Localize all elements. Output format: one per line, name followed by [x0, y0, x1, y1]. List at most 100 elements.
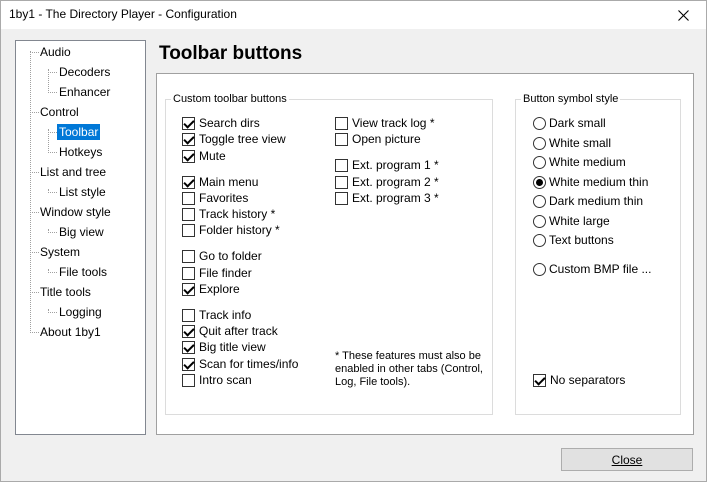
close-icon — [677, 9, 689, 21]
checkbox-search-dirs[interactable]: Search dirs — [182, 116, 260, 130]
radio-white-medium-thin[interactable]: White medium thin — [533, 175, 648, 189]
checkbox-scan-for-times[interactable]: Scan for times/info — [182, 357, 298, 371]
checkbox-box[interactable] — [182, 324, 195, 338]
checkbox-main-menu[interactable]: Main menu — [182, 175, 258, 189]
radio-circle[interactable] — [533, 233, 546, 247]
checkbox-box[interactable] — [182, 191, 195, 205]
checkbox-toggle-tree-view[interactable]: Toggle tree view — [182, 132, 286, 146]
radio-custom-bmp-file[interactable]: Custom BMP file ... — [533, 262, 651, 276]
radio-white-small[interactable]: White small — [533, 136, 611, 150]
checkbox-explore[interactable]: Explore — [182, 282, 240, 296]
radio-white-large[interactable]: White large — [533, 214, 610, 228]
checkbox-ext-program-1[interactable]: Ext. program 1 * — [335, 158, 439, 172]
checkbox-label: Ext. program 1 * — [352, 158, 439, 172]
tree-item-big-view[interactable]: Big view — [57, 224, 106, 240]
checkbox-go-to-folder[interactable]: Go to folder — [182, 249, 262, 263]
checkbox-big-title-view[interactable]: Big title view — [182, 340, 266, 354]
radio-label: White medium — [549, 155, 626, 169]
tree-item-system[interactable]: System — [38, 244, 82, 260]
checkbox-label: Toggle tree view — [199, 132, 286, 146]
checkbox-box[interactable] — [533, 373, 546, 387]
checkbox-label: Open picture — [352, 132, 421, 146]
checkbox-label: Main menu — [199, 175, 259, 189]
checkbox-label: Search dirs — [199, 116, 260, 130]
tree-hook — [48, 232, 57, 233]
checkbox-label: View track log * — [352, 116, 435, 130]
radio-circle[interactable] — [533, 116, 546, 130]
radio-circle[interactable] — [533, 262, 546, 276]
radio-dark-medium-thin[interactable]: Dark medium thin — [533, 194, 643, 208]
checkbox-open-picture[interactable]: Open picture — [335, 132, 421, 146]
checkbox-box[interactable] — [182, 132, 195, 146]
checkbox-box[interactable] — [335, 132, 348, 146]
checkbox-box[interactable] — [182, 249, 195, 263]
checkbox-box[interactable] — [182, 282, 195, 296]
checkbox-view-track-log[interactable]: View track log * — [335, 116, 434, 130]
window-close-button[interactable] — [660, 1, 706, 29]
checkbox-label: Go to folder — [199, 249, 262, 263]
radio-label: White medium thin — [549, 175, 649, 189]
close-button[interactable]: Close — [561, 448, 693, 471]
radio-circle[interactable] — [533, 175, 546, 189]
checkbox-label: Favorites — [199, 191, 249, 205]
checkbox-box[interactable] — [182, 175, 195, 189]
title-bar: 1by1 - The Directory Player - Configurat… — [1, 1, 706, 29]
checkbox-box[interactable] — [182, 340, 195, 354]
page-title: Toolbar buttons — [159, 43, 303, 64]
checkbox-ext-program-2[interactable]: Ext. program 2 * — [335, 175, 439, 189]
tree-item-list-style[interactable]: List style — [57, 184, 108, 200]
checkbox-label: Ext. program 3 * — [352, 191, 439, 205]
checkbox-box[interactable] — [335, 158, 348, 172]
tree-item-about[interactable]: About 1by1 — [38, 324, 103, 340]
radio-circle[interactable] — [533, 155, 546, 169]
radio-label: White small — [549, 136, 612, 150]
radio-circle[interactable] — [533, 214, 546, 228]
tree-item-audio[interactable]: Audio — [38, 44, 73, 60]
tree-item-enhancer[interactable]: Enhancer — [57, 84, 112, 100]
tree-item-title-tools[interactable]: Title tools — [38, 284, 93, 300]
checkbox-label: Track history * — [199, 207, 276, 221]
tree-item-list-and-tree[interactable]: List and tree — [38, 164, 108, 180]
tree-item-file-tools[interactable]: File tools — [57, 264, 109, 280]
tree-trunk-line — [30, 51, 31, 333]
checkbox-box[interactable] — [182, 149, 195, 163]
symbol-style-group-label: Button symbol style — [521, 93, 621, 105]
checkbox-label: Scan for times/info — [199, 357, 299, 371]
checkbox-intro-scan[interactable]: Intro scan — [182, 373, 252, 387]
toolbar-settings-panel: Custom toolbar buttons Search dirs Toggl… — [156, 73, 694, 435]
checkbox-quit-after-track[interactable]: Quit after track — [182, 324, 278, 338]
tree-item-logging[interactable]: Logging — [57, 304, 104, 320]
settings-tree[interactable]: Audio Decoders Enhancer Control Toolbar … — [15, 40, 146, 435]
tree-item-decoders[interactable]: Decoders — [57, 64, 112, 80]
radio-white-medium[interactable]: White medium — [533, 155, 626, 169]
tree-item-toolbar[interactable]: Toolbar — [57, 124, 101, 140]
checkbox-no-separators[interactable]: No separators — [533, 373, 625, 387]
config-window: 1by1 - The Directory Player - Configurat… — [0, 0, 707, 482]
radio-label: Dark small — [549, 116, 606, 130]
checkbox-label: No separators — [550, 373, 626, 387]
checkbox-box[interactable] — [182, 308, 195, 322]
checkbox-favorites[interactable]: Favorites — [182, 191, 248, 205]
checkbox-box[interactable] — [335, 175, 348, 189]
checkbox-box[interactable] — [182, 207, 195, 221]
checkbox-ext-program-3[interactable]: Ext. program 3 * — [335, 191, 439, 205]
tree-item-hotkeys[interactable]: Hotkeys — [57, 144, 104, 160]
checkbox-box[interactable] — [182, 357, 195, 371]
checkbox-track-history[interactable]: Track history * — [182, 207, 275, 221]
checkbox-track-info[interactable]: Track info — [182, 308, 251, 322]
checkbox-box[interactable] — [182, 373, 195, 387]
checkbox-box[interactable] — [182, 223, 195, 237]
tree-item-window-style[interactable]: Window style — [38, 204, 113, 220]
checkbox-box[interactable] — [335, 116, 348, 130]
radio-circle[interactable] — [533, 136, 546, 150]
checkbox-folder-history[interactable]: Folder history * — [182, 223, 280, 237]
checkbox-mute[interactable]: Mute — [182, 149, 226, 163]
checkbox-box[interactable] — [182, 266, 195, 280]
radio-dark-small[interactable]: Dark small — [533, 116, 606, 130]
radio-circle[interactable] — [533, 194, 546, 208]
radio-text-buttons[interactable]: Text buttons — [533, 233, 614, 247]
tree-item-control[interactable]: Control — [38, 104, 81, 120]
checkbox-box[interactable] — [182, 116, 195, 130]
checkbox-file-finder[interactable]: File finder — [182, 266, 252, 280]
checkbox-box[interactable] — [335, 191, 348, 205]
